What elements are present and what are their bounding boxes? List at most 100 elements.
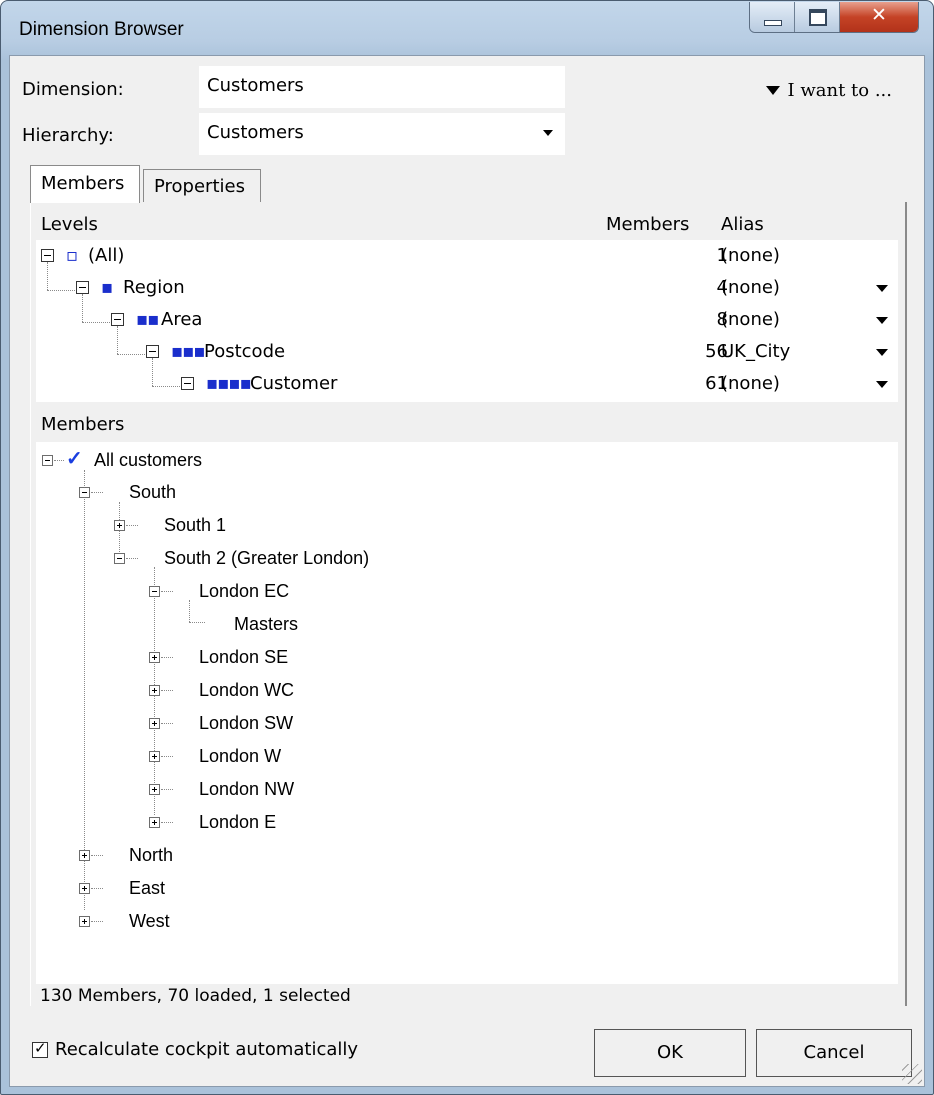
level-dots-icon: ▪▪ xyxy=(136,309,159,330)
tree-connector xyxy=(161,657,173,658)
collapse-icon[interactable] xyxy=(42,455,53,466)
collapse-icon[interactable] xyxy=(41,249,54,262)
tree-item-label: South 2 (Greater London) xyxy=(164,548,370,568)
expand-icon[interactable] xyxy=(114,520,125,531)
tree-item-label: London W xyxy=(199,746,282,766)
collapse-icon[interactable] xyxy=(181,377,194,390)
recalculate-label: Recalculate cockpit automatically xyxy=(55,1039,359,1060)
alias-dropdown-icon[interactable] xyxy=(876,285,888,292)
tree-connector xyxy=(161,789,173,790)
expand-icon[interactable] xyxy=(79,850,90,861)
minimize-button[interactable] xyxy=(750,2,795,32)
maximize-button[interactable] xyxy=(795,2,840,32)
level-row-region[interactable]: ▪ Region 4 (none) xyxy=(36,272,898,304)
cancel-button[interactable]: Cancel xyxy=(756,1029,912,1077)
collapse-icon[interactable] xyxy=(76,281,89,294)
tree-item-label: West xyxy=(129,911,170,931)
level-alias: (none) xyxy=(721,245,780,266)
level-row-postcode[interactable]: ▪▪▪ Postcode 56 UK_City xyxy=(36,336,898,368)
tree-item-label: London SW xyxy=(199,713,294,733)
levels-header: Levels xyxy=(41,214,98,235)
expand-icon[interactable] xyxy=(149,685,160,696)
tree-connector xyxy=(126,558,138,559)
alias-dropdown-icon[interactable] xyxy=(876,349,888,356)
dimension-field[interactable]: Customers xyxy=(199,66,565,108)
status-text: 130 Members, 70 loaded, 1 selected xyxy=(40,986,351,1006)
i-want-to-label: I want to ... xyxy=(787,80,892,101)
alias-dropdown-icon[interactable] xyxy=(876,381,888,388)
tree-item-label: London WC xyxy=(199,680,295,700)
level-row-customer[interactable]: ▪▪▪▪ Customer 61 (none) xyxy=(36,368,898,400)
tree-item-all-customers[interactable]: ✓ All customers xyxy=(36,444,436,476)
members-tab-panel: Levels Members Alias ▫ (All) 1 (none) ▪ … xyxy=(30,202,907,1006)
expand-icon[interactable] xyxy=(149,652,160,663)
tree-connector xyxy=(126,525,138,526)
tree-connector xyxy=(161,723,173,724)
tree-item-masters[interactable]: Masters xyxy=(36,608,436,640)
tree-item-east[interactable]: East xyxy=(36,872,436,904)
hierarchy-selected-value: Customers xyxy=(207,122,304,143)
tree-item-label: North xyxy=(129,845,174,865)
dropdown-arrow-icon xyxy=(543,130,553,136)
collapse-icon[interactable] xyxy=(111,313,124,326)
dimension-browser-window: Dimension Browser ✕ Dimension: Customers… xyxy=(0,0,934,1095)
resize-grip-icon[interactable] xyxy=(902,1064,922,1084)
tab-properties-label: Properties xyxy=(154,176,245,197)
collapse-icon[interactable] xyxy=(149,586,160,597)
tree-item-north[interactable]: North xyxy=(36,839,436,871)
tree-connector xyxy=(91,492,103,493)
level-dots-icon: ▫ xyxy=(66,245,78,266)
checkmark-icon: ✓ xyxy=(34,1039,47,1057)
close-button[interactable]: ✕ xyxy=(840,2,918,32)
collapse-icon[interactable] xyxy=(79,487,90,498)
tree-item-south[interactable]: South xyxy=(36,476,436,508)
tab-members[interactable]: Members xyxy=(30,165,140,203)
hierarchy-label: Hierarchy: xyxy=(22,125,114,146)
tree-item-london-ec[interactable]: London EC xyxy=(36,575,436,607)
tab-properties[interactable]: Properties xyxy=(143,169,261,203)
i-want-to-menu[interactable]: I want to ... xyxy=(765,80,892,101)
minimize-icon xyxy=(764,20,782,26)
members-header: Members xyxy=(41,414,125,435)
maximize-icon xyxy=(809,9,827,26)
tree-item-london-se[interactable]: London SE xyxy=(36,641,436,673)
expand-icon[interactable] xyxy=(79,883,90,894)
expand-icon[interactable] xyxy=(149,751,160,762)
expand-icon[interactable] xyxy=(149,784,160,795)
alias-dropdown-icon[interactable] xyxy=(876,317,888,324)
title-bar[interactable]: Dimension Browser ✕ xyxy=(1,1,933,55)
tree-item-london-sw[interactable]: London SW xyxy=(36,707,436,739)
level-row-area[interactable]: ▪▪ Area 8 (none) xyxy=(36,304,898,336)
tree-item-south-2[interactable]: South 2 (Greater London) xyxy=(36,542,536,574)
checkmark-icon: ✓ xyxy=(66,448,83,470)
tree-item-label: All customers xyxy=(94,450,203,470)
level-name: (All) xyxy=(88,245,125,266)
tree-item-south-1[interactable]: South 1 xyxy=(36,509,436,541)
ok-button[interactable]: OK xyxy=(594,1029,746,1077)
recalculate-checkbox[interactable]: ✓ xyxy=(32,1039,48,1058)
levels-alias-header: Alias xyxy=(721,214,764,235)
levels-list: ▫ (All) 1 (none) ▪ Region 4 (none) ▪▪ Ar… xyxy=(36,240,898,402)
tree-connector xyxy=(161,756,173,757)
tree-item-west[interactable]: West xyxy=(36,905,436,937)
tree-item-london-e[interactable]: London E xyxy=(36,806,436,838)
tree-item-london-w[interactable]: London W xyxy=(36,740,436,772)
expand-icon[interactable] xyxy=(149,817,160,828)
tree-item-label: South 1 xyxy=(164,515,227,535)
collapse-icon[interactable] xyxy=(146,345,159,358)
collapse-icon[interactable] xyxy=(114,553,125,564)
tree-connector xyxy=(161,690,173,691)
tree-item-label: London EC xyxy=(199,581,290,601)
hierarchy-select[interactable]: Customers xyxy=(199,113,565,155)
caption-buttons: ✕ xyxy=(749,2,919,33)
level-alias: (none) xyxy=(721,277,780,298)
levels-members-header: Members xyxy=(606,214,690,235)
level-row-all[interactable]: ▫ (All) 1 (none) xyxy=(36,240,898,272)
tab-members-label: Members xyxy=(41,173,125,194)
tree-connector xyxy=(91,855,103,856)
close-icon: ✕ xyxy=(871,4,887,26)
expand-icon[interactable] xyxy=(79,916,90,927)
expand-icon[interactable] xyxy=(149,718,160,729)
tree-item-london-wc[interactable]: London WC xyxy=(36,674,436,706)
tree-item-london-nw[interactable]: London NW xyxy=(36,773,436,805)
